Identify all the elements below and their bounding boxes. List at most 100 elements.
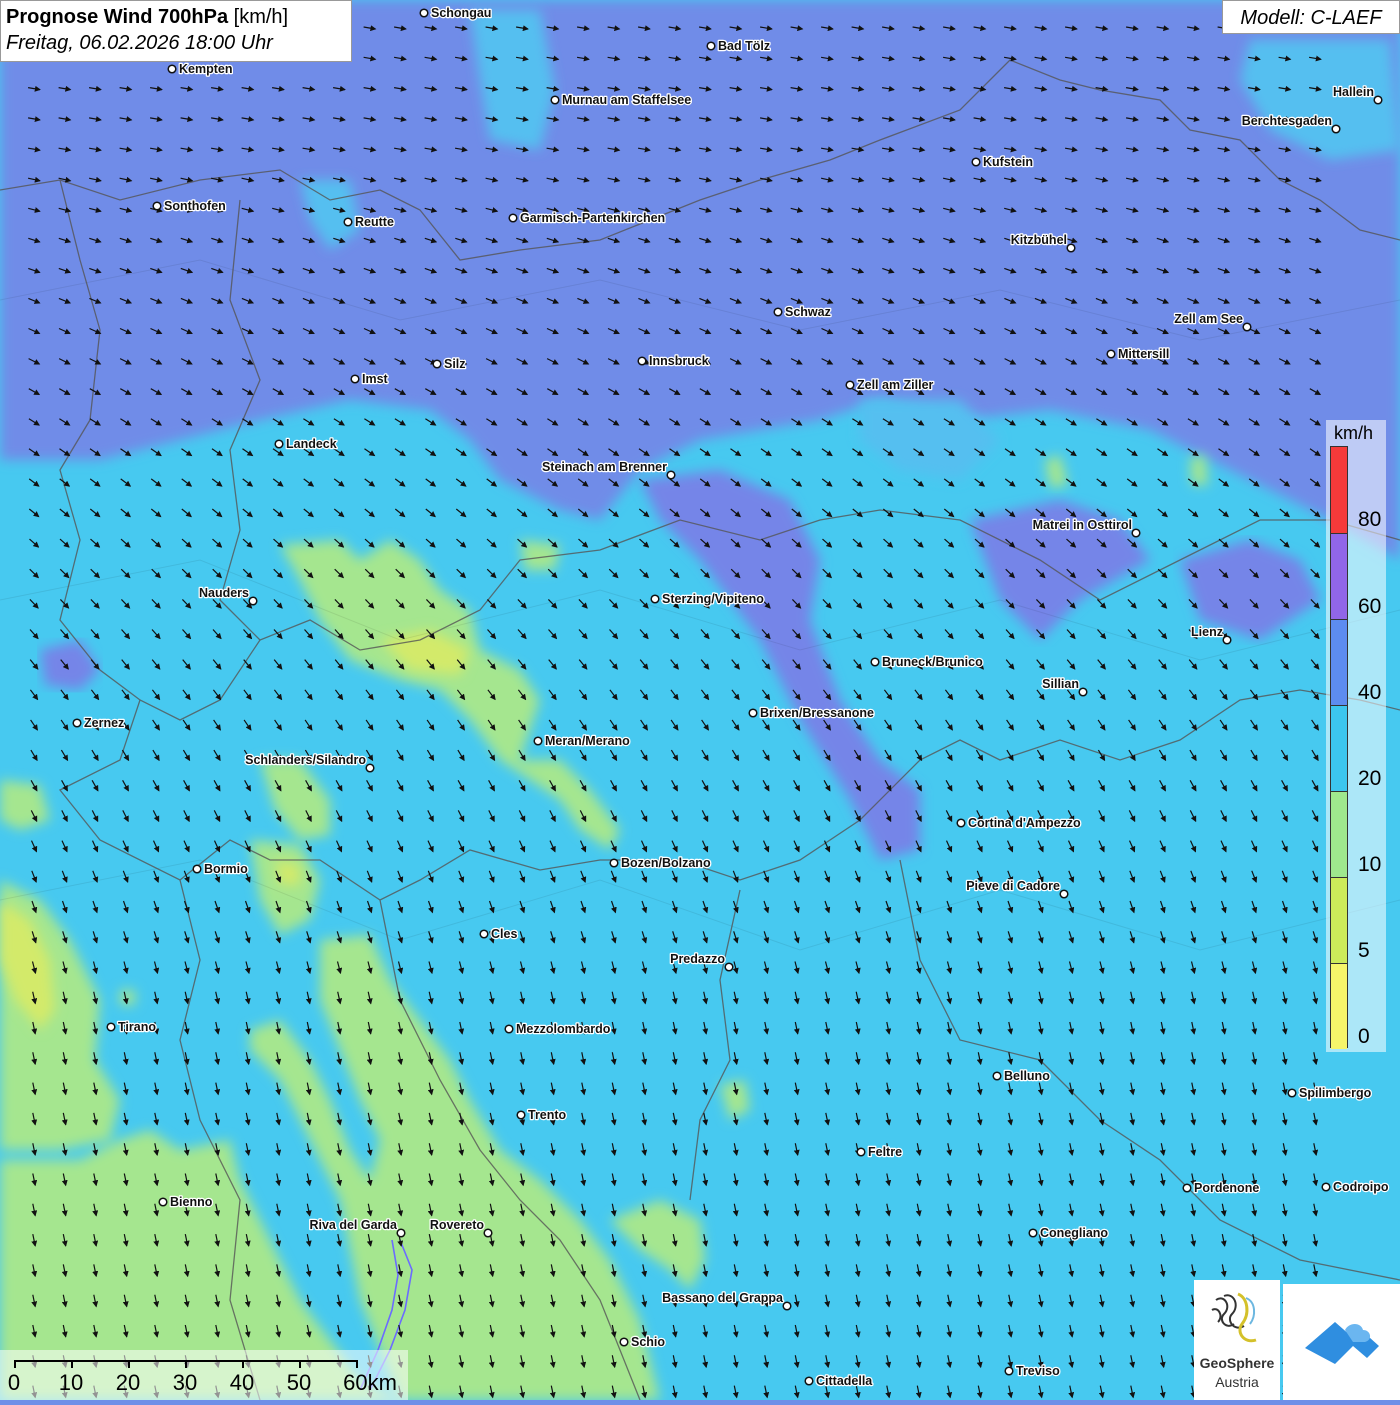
legend-tick-80: 80 xyxy=(1358,508,1382,531)
scale-label-50: 50 xyxy=(286,1370,312,1395)
city-dot xyxy=(343,217,353,227)
city-label: Belluno xyxy=(1004,1069,1050,1083)
legend-seg-40-60 xyxy=(1331,619,1347,705)
city-label: Predazzo xyxy=(670,952,725,966)
legend-tick-20: 20 xyxy=(1358,767,1382,790)
city-brixen-bressanone: Brixen/Bressanone xyxy=(748,705,875,721)
city-label: Innsbruck xyxy=(649,354,709,368)
city-schongau: Schongau xyxy=(419,5,493,21)
city-dot xyxy=(1242,322,1252,332)
city-dot xyxy=(650,594,660,604)
city-label: Zell am Ziller xyxy=(857,378,934,392)
city-sonthofen: Sonthofen xyxy=(152,198,227,214)
city-label: Bruneck/Brunico xyxy=(882,655,983,669)
city-label: Nauders xyxy=(199,586,249,600)
city-dot xyxy=(609,858,619,868)
city-label: Pieve di Cadore xyxy=(966,879,1060,893)
city-label: Pordenone xyxy=(1194,1181,1259,1195)
city-label: Schlanders/Silandro xyxy=(245,753,366,767)
geosphere-logo-icon xyxy=(1211,1292,1257,1343)
map-title-box: Prognose Wind 700hPa [km/h] Freitag, 06.… xyxy=(0,0,352,62)
city-dot xyxy=(804,1376,814,1386)
legend-tick-10: 10 xyxy=(1358,853,1382,876)
legend-tick-5: 5 xyxy=(1358,939,1370,962)
map-title-unit: [km/h] xyxy=(233,6,289,28)
city-dot xyxy=(1106,349,1116,359)
city-garmisch-partenkirchen: Garmisch-Partenkirchen xyxy=(508,210,666,226)
legend-tick-60: 60 xyxy=(1358,595,1382,618)
city-label: Brixen/Bressanone xyxy=(760,706,874,720)
legend-tick-0: 0 xyxy=(1358,1025,1370,1048)
city-label: Bad Tölz xyxy=(718,39,770,53)
city-label: Cittadella xyxy=(816,1374,873,1388)
city-label: Trento xyxy=(528,1108,567,1122)
city-dot xyxy=(666,470,676,480)
city-label: Codroipo xyxy=(1333,1180,1389,1194)
city-dot xyxy=(1059,889,1069,899)
city-label: Landeck xyxy=(286,437,337,451)
geosphere-name: GeoSphere xyxy=(1199,1355,1275,1371)
city-dot xyxy=(1078,687,1088,697)
city-dot xyxy=(971,157,981,167)
city-label: Sillian xyxy=(1042,677,1079,691)
city-label: Murnau am Staffelsee xyxy=(562,93,691,107)
city-mezzolombardo: Mezzolombardo xyxy=(504,1021,612,1037)
city-codroipo: Codroipo xyxy=(1321,1179,1390,1195)
scale-tick-60 xyxy=(356,1360,358,1368)
city-label: Mittersill xyxy=(1118,347,1169,361)
city-label: Sonthofen xyxy=(164,199,226,213)
city-bruneck-brunico: Bruneck/Brunico xyxy=(870,654,984,670)
city-spilimbergo: Spilimbergo xyxy=(1287,1085,1373,1101)
app-logo-icon xyxy=(1305,1322,1379,1364)
city-dot xyxy=(1131,528,1141,538)
city-dot xyxy=(167,64,177,74)
city-bozen-bolzano: Bozen/Bolzano xyxy=(609,855,712,871)
scale-tick-30 xyxy=(185,1360,187,1368)
city-dot xyxy=(274,439,284,449)
city-dot xyxy=(365,763,375,773)
city-label: Reutte xyxy=(355,215,394,229)
scale-label-30: 30 xyxy=(172,1370,198,1395)
city-dot xyxy=(845,380,855,390)
city-dot xyxy=(1321,1182,1331,1192)
geosphere-logo[interactable]: GeoSphere Austria xyxy=(1194,1280,1280,1400)
city-dot xyxy=(706,41,716,51)
legend-unit: km/h xyxy=(1334,423,1374,443)
city-dot xyxy=(956,818,966,828)
city-dot xyxy=(479,929,489,939)
legend-seg-10-20 xyxy=(1331,791,1347,877)
city-label: Riva del Garda xyxy=(309,1218,398,1232)
city-dot xyxy=(1028,1228,1038,1238)
city-label: Tirano xyxy=(118,1020,156,1034)
city-label: Berchtesgaden xyxy=(1242,114,1332,128)
city-dot xyxy=(1331,124,1341,134)
city-label: Lienz xyxy=(1191,625,1223,639)
city-dot xyxy=(248,596,258,606)
app-logo[interactable] xyxy=(1283,1284,1400,1400)
city-dot xyxy=(504,1024,514,1034)
city-label: Treviso xyxy=(1016,1364,1060,1378)
city-pordenone: Pordenone xyxy=(1182,1180,1261,1196)
city-dot xyxy=(748,708,758,718)
city-label: Bormio xyxy=(204,862,248,876)
city-label: Cles xyxy=(491,927,517,941)
city-label: Spilimbergo xyxy=(1299,1086,1372,1100)
city-label: Meran/Merano xyxy=(545,734,630,748)
city-dot xyxy=(619,1337,629,1347)
scale-label-20: 20 xyxy=(115,1370,141,1395)
city-sterzing-vipiteno: Sterzing/Vipiteno xyxy=(650,591,765,607)
map-datetime: Freitag, 06.02.2026 18:00 Uhr xyxy=(6,32,273,54)
city-label: Feltre xyxy=(868,1145,902,1159)
city-label: Kempten xyxy=(179,62,232,76)
scale-tick-20 xyxy=(128,1360,130,1368)
city-dot xyxy=(192,864,202,874)
scale-bar: 0 10 20 30 40 50 60km xyxy=(0,1350,408,1400)
city-dot xyxy=(483,1228,493,1238)
city-dot xyxy=(637,356,647,366)
city-dot xyxy=(1066,243,1076,253)
scale-tick-10 xyxy=(71,1360,73,1368)
city-innsbruck: Innsbruck xyxy=(637,353,710,369)
city-dot xyxy=(550,95,560,105)
city-label: Schwaz xyxy=(785,305,831,319)
legend-seg-0-5 xyxy=(1331,963,1347,1049)
